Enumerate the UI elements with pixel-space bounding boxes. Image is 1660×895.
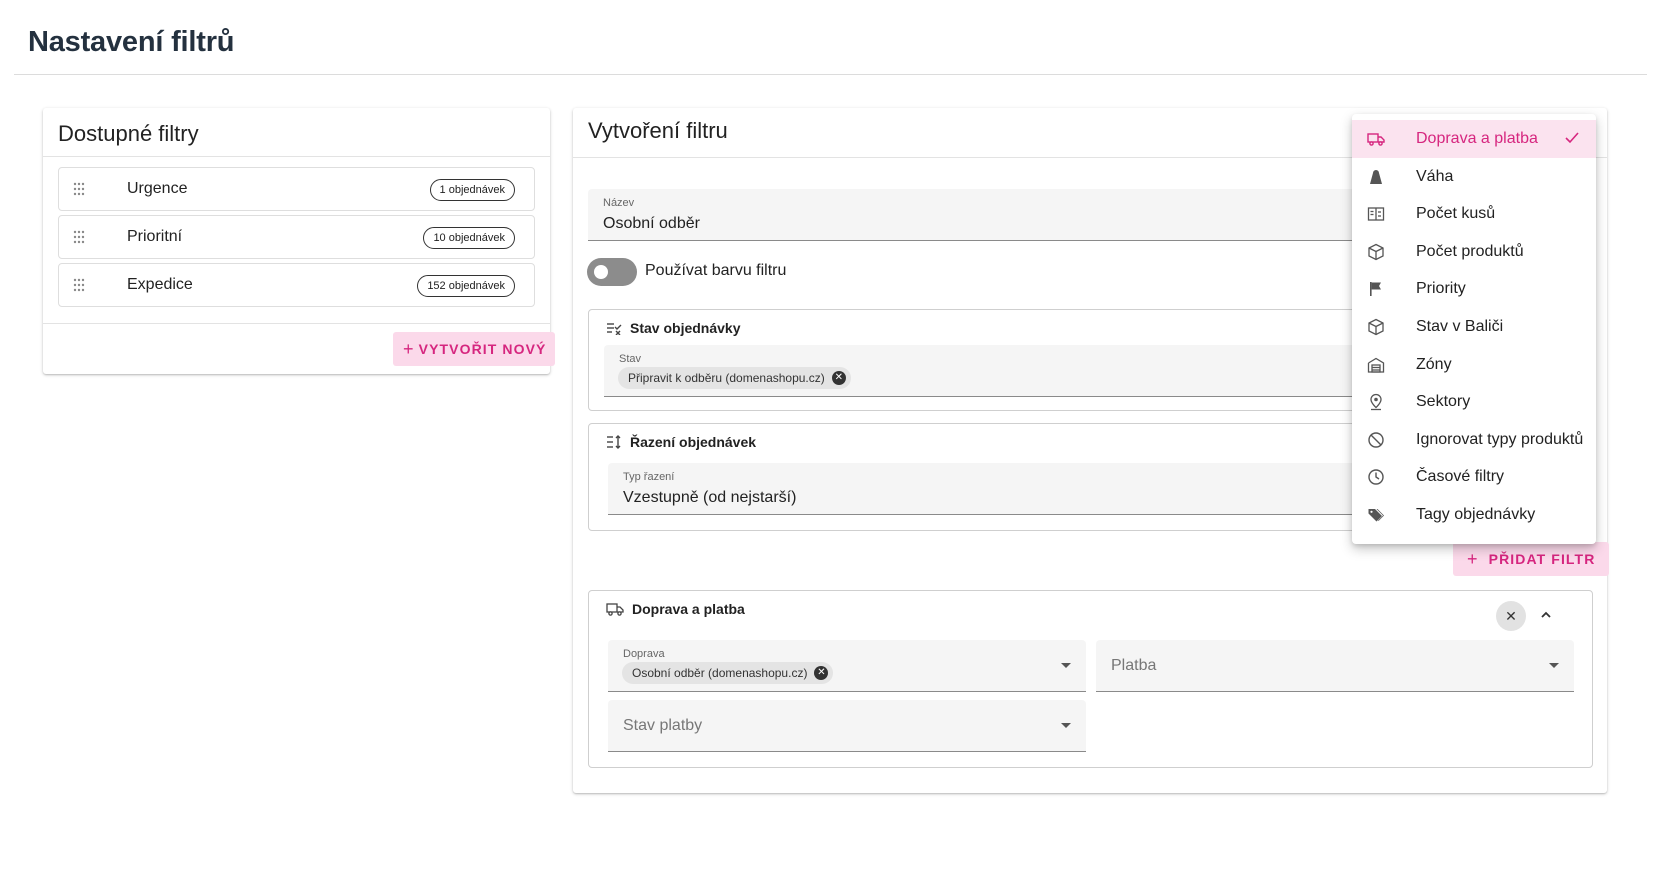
field-placeholder: Platba [1111,657,1157,674]
menu-item-priority[interactable]: Priority [1352,270,1596,308]
order-count-badge: 1 objednávek [429,179,515,201]
weight-icon [1370,169,1382,184]
menu-item-label: Tagy objednávky [1416,505,1536,523]
page-title: Nastavení filtrů [28,26,235,58]
section-header: Řazení objednávek [606,434,756,450]
menu-item-ignorovat-typy-produktu[interactable]: Ignorovat typy produktů [1352,421,1596,459]
menu-item-label: Doprava a platba [1416,130,1538,147]
field-label: Název [603,197,635,209]
card-divider [43,323,550,324]
payment-state-select[interactable]: Stav platby [608,700,1086,752]
order-count-badge: 10 objednávek [423,227,515,249]
menu-item-tagy-objednavky[interactable]: Tagy objednávky [1352,496,1596,534]
filter-item-urgence[interactable]: Urgence 1 objednávek [58,167,535,211]
filter-item-label: Prioritní [127,228,183,245]
checklist-icon [607,323,622,335]
add-filter-button[interactable]: + Přidat filtr [1453,542,1610,576]
chip-label: Připravit k odběru (domenashopu.cz) [628,371,825,385]
sort-icon [607,435,621,449]
flag-icon [1370,282,1381,297]
menu-item-label: Počet produktů [1416,242,1524,260]
drag-handle-icon[interactable] [72,230,86,244]
menu-item-label: Stav v Baliči [1416,317,1504,335]
filter-item-expedice[interactable]: Expedice 152 objednávek [58,263,535,307]
menu-item-pocet-produktu[interactable]: Počet produktů [1352,233,1596,271]
payment-select[interactable]: Platba [1096,640,1574,692]
shipping-payment-title: Doprava a platba [632,601,745,617]
field-value: Osobní odběr [603,215,700,232]
menu-item-zony[interactable]: Zóny [1352,346,1596,384]
section-header: Doprava a platba [606,601,745,617]
block-icon [1368,432,1384,448]
create-filter-title: Vytvoření filtru [588,118,728,143]
tags-icon [1368,508,1384,522]
menu-item-doprava-a-platba[interactable]: Doprava a platba [1352,120,1596,158]
field-placeholder: Stav platby [623,717,703,734]
menu-item-pocet-kusu[interactable]: Počet kusů [1352,195,1596,233]
shipping-payment-section: Doprava a platba ✕ Doprava Osobní odběr … [588,590,1593,768]
plus-icon: + [1467,548,1479,569]
package-icon [1368,243,1384,261]
menu-item-stav-v-balici[interactable]: Stav v Baliči [1352,308,1596,346]
drag-handle-icon[interactable] [72,278,86,292]
caret-down-icon[interactable] [1061,723,1071,728]
title-divider [14,74,1647,75]
remove-section-button[interactable]: ✕ [1496,601,1526,631]
truck-icon [1367,133,1385,146]
add-filter-label: Přidat filtr [1488,551,1596,567]
filter-type-menu: Doprava a platba Váha Počet kusů Počet p… [1352,114,1596,544]
counter-icon [1367,207,1385,221]
order-sort-title: Řazení objednávek [630,434,757,450]
field-label: Typ řazení [623,471,675,483]
create-new-label: Vytvořit nový [418,341,547,357]
shipping-chip: Osobní odběr (domenashopu.cz) ✕ [622,662,834,684]
drag-handle-icon[interactable] [72,182,86,196]
menu-item-label: Počet kusů [1416,205,1496,223]
menu-item-label: Sektory [1416,393,1471,411]
field-label: Stav [619,353,642,365]
shipping-select[interactable]: Doprava Osobní odběr (domenashopu.cz) ✕ [608,640,1086,692]
field-label: Doprava [623,648,665,660]
menu-item-label: Ignorovat typy produktů [1416,430,1584,448]
chip-remove-icon[interactable]: ✕ [831,371,846,385]
menu-item-sektory[interactable]: Sektory [1352,383,1596,421]
chevron-up-icon[interactable] [1539,608,1553,622]
warehouse-icon [1367,357,1385,373]
create-new-filter-button[interactable]: + Vytvořit nový [393,332,555,366]
card-divider [43,156,550,157]
box-icon [1368,318,1384,336]
order-state-chip: Připravit k odběru (domenashopu.cz) ✕ [618,367,851,389]
menu-item-label: Váha [1416,167,1454,185]
filter-item-prioritni[interactable]: Prioritní 10 objednávek [58,215,535,259]
order-count-badge: 152 objednávek [417,275,515,297]
chip-label: Osobní odběr (domenashopu.cz) [632,666,808,680]
filter-color-toggle[interactable] [587,258,637,286]
order-state-title: Stav objednávky [630,320,741,336]
caret-down-icon[interactable] [1061,663,1071,668]
filter-item-label: Expedice [127,276,193,293]
menu-item-label: Zóny [1416,355,1452,373]
filter-item-label: Urgence [127,180,188,197]
filter-color-toggle-label: Používat barvu filtru [645,262,787,279]
truck-icon [606,603,624,616]
menu-item-casove-filtry[interactable]: Časové filtry [1352,458,1596,496]
menu-item-label: Priority [1416,280,1466,298]
available-filters-title: Dostupné filtry [58,121,199,146]
clock-icon [1368,469,1384,486]
available-filters-card: Dostupné filtry Urgence 1 objednávek Pri… [43,108,555,374]
checkmark-icon [1565,132,1579,144]
field-value: Vzestupně (od nejstarší) [623,489,797,506]
chip-remove-icon[interactable]: ✕ [814,666,829,680]
map-pin-icon [1370,394,1382,411]
plus-icon: + [403,338,415,359]
toggle-knob [594,265,608,279]
caret-down-icon[interactable] [1549,663,1559,668]
menu-item-vaha[interactable]: Váha [1352,158,1596,196]
menu-item-label: Časové filtry [1416,468,1505,486]
section-header: Stav objednávky [606,320,741,336]
